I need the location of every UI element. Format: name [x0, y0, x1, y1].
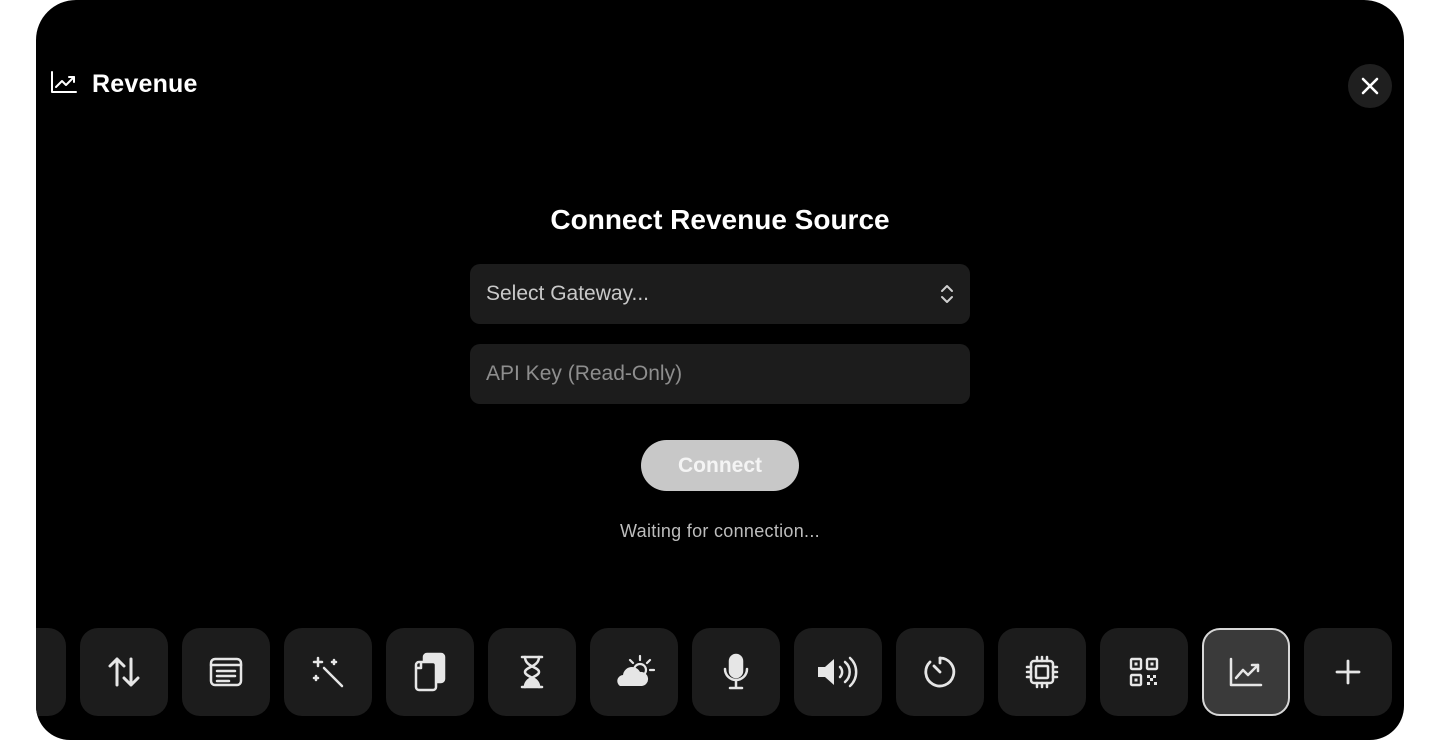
dock	[36, 628, 1404, 716]
hourglass-icon	[520, 655, 544, 689]
clipboard-icon	[414, 652, 446, 692]
connect-form: Connect Revenue Source Select Gateway...…	[470, 200, 970, 542]
microphone-icon	[723, 653, 749, 690]
dock-item-timer[interactable]	[896, 628, 984, 716]
connect-button[interactable]: Connect	[641, 440, 799, 491]
volume-icon	[818, 656, 858, 688]
dock-item-weather[interactable]	[590, 628, 678, 716]
gateway-select[interactable]: Select Gateway...	[470, 264, 970, 324]
dock-item-volume[interactable]	[794, 628, 882, 716]
timer-icon	[924, 656, 956, 688]
close-button[interactable]	[1348, 64, 1392, 108]
dock-item-partial[interactable]	[36, 628, 66, 716]
dock-item-revenue[interactable]	[1202, 628, 1290, 716]
panel-header: Revenue	[50, 70, 198, 99]
chart-line-icon	[1229, 657, 1263, 687]
dock-item-swap[interactable]	[80, 628, 168, 716]
panel-title: Revenue	[92, 70, 198, 98]
dock-item-microphone[interactable]	[692, 628, 780, 716]
dock-item-notes[interactable]	[182, 628, 270, 716]
window-corner-right	[1364, 0, 1404, 40]
api-key-input[interactable]	[470, 344, 970, 404]
dock-item-cpu[interactable]	[998, 628, 1086, 716]
dock-item-hourglass[interactable]	[488, 628, 576, 716]
gateway-select-value: Select Gateway...	[486, 282, 650, 305]
dock-item-magic[interactable]	[284, 628, 372, 716]
dock-item-qr[interactable]	[1100, 628, 1188, 716]
dock-item-add[interactable]	[1304, 628, 1392, 716]
window-corner-left	[36, 0, 76, 40]
cpu-icon	[1025, 655, 1059, 689]
swap-vertical-icon	[108, 657, 140, 687]
chart-line-icon	[50, 70, 78, 99]
notes-icon	[209, 657, 243, 687]
magic-wand-icon	[312, 656, 344, 688]
dock-item-clipboard[interactable]	[386, 628, 474, 716]
close-icon	[1361, 77, 1379, 95]
weather-icon	[617, 654, 656, 686]
chevron-up-down-icon	[941, 285, 953, 303]
connection-status: Waiting for connection...	[620, 521, 820, 541]
plus-icon	[1335, 659, 1361, 685]
qr-code-icon	[1129, 657, 1159, 687]
revenue-panel: Revenue Connect Revenue Source Select Ga…	[36, 0, 1404, 740]
form-title: Connect Revenue Source	[550, 204, 890, 235]
